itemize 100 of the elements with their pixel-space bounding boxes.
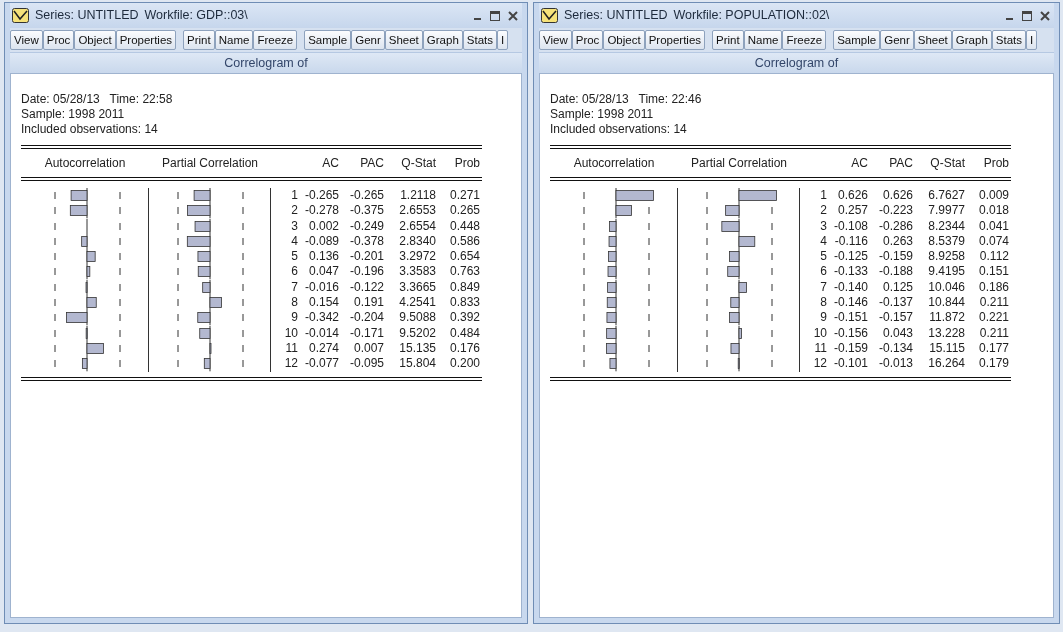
toolbar-button[interactable]: Freeze	[782, 30, 827, 50]
toolbar-button[interactable]: Stats	[991, 30, 1026, 50]
table-cell-text: -0.101	[832, 356, 868, 372]
table-cell-text: 0.125	[881, 279, 913, 296]
toolbar-button[interactable]: Graph	[951, 30, 992, 50]
table-cell-text: -0.278	[303, 203, 339, 219]
table-cell-text: 6.7627	[927, 188, 965, 204]
chart-icon	[541, 8, 558, 23]
toolbar-button[interactable]: I	[497, 30, 509, 50]
column-header: Autocorrelation	[572, 155, 656, 172]
lag-cell-text: 10	[812, 325, 827, 341]
toolbar-button[interactable]: View	[10, 30, 43, 50]
column-header: AC	[321, 155, 339, 172]
table-cell-text: -0.133	[832, 264, 868, 280]
toolbar-button[interactable]: I	[1026, 30, 1038, 50]
toolbar-button[interactable]: Proc	[42, 30, 75, 50]
toolbar-button[interactable]: Graph	[422, 30, 463, 50]
table-cell-text: 15.135	[398, 340, 436, 357]
table-cell-text: 0.271	[448, 188, 480, 204]
table-cell-text: 0.626	[836, 188, 868, 204]
table-cell-text: 0.626	[881, 188, 913, 204]
column-header: AC	[850, 155, 868, 172]
table-cell-text: -0.108	[832, 218, 868, 234]
table-cell-text: 0.112	[978, 249, 1009, 265]
table-cell-text: 0.763	[448, 264, 480, 280]
close-icon[interactable]	[1040, 10, 1050, 21]
table-cell-text: 3.2972	[398, 249, 436, 265]
table-cell-text: -0.223	[877, 203, 913, 219]
table-cell-text: 10.844	[927, 295, 965, 311]
maximize-icon[interactable]	[490, 10, 500, 21]
toolbar-button[interactable]: Genr	[880, 30, 914, 50]
info-line: Sample: 1998 2011	[550, 107, 654, 122]
toolbar-button[interactable]: Print	[183, 30, 215, 50]
table-cell-text: 8.2344	[927, 218, 965, 234]
toolbar-button[interactable]: Name	[743, 30, 783, 50]
table-cell-text: 0.654	[448, 249, 480, 265]
table-cell-text: 9.5088	[398, 310, 436, 326]
table-cell-text: -0.375	[348, 203, 384, 219]
lag-cell-text: 3	[290, 218, 298, 234]
column-header: Q-Stat	[400, 155, 436, 172]
toolbar-button[interactable]: Properties	[644, 30, 706, 50]
table-cell-text: 3.3583	[398, 264, 436, 280]
column-header: Prob	[453, 155, 480, 172]
table-cell-text: 0.586	[448, 233, 480, 250]
workfile-label: Workfile: GDP::03\	[144, 7, 248, 25]
toolbar-button[interactable]: Sheet	[384, 30, 423, 50]
toolbar-button[interactable]: Sample	[833, 30, 881, 50]
table-cell-text: 9.5202	[398, 325, 436, 341]
table-cell-text: -0.188	[877, 264, 913, 280]
column-header: PAC	[359, 155, 384, 172]
lag-cell-text: 5	[819, 249, 827, 265]
lag-cell-text: 2	[290, 203, 298, 219]
table-cell-text: 0.211	[978, 325, 1009, 341]
table-cell-text: -0.159	[832, 340, 868, 357]
table-cell-text: 0.211	[978, 295, 1009, 311]
lag-cell-text: 6	[819, 264, 827, 280]
maximize-icon[interactable]	[1022, 10, 1032, 21]
lag-cell-text: 8	[290, 295, 298, 311]
close-icon[interactable]	[508, 10, 518, 21]
table-cell-text: -0.095	[348, 356, 384, 372]
lag-cell-text: 6	[290, 264, 298, 280]
toolbar-button[interactable]: Sheet	[913, 30, 952, 50]
table-cell-text: -0.286	[877, 218, 913, 234]
table-cell-text: 0.484	[448, 325, 480, 341]
table-cell-text: 0.265	[448, 203, 480, 219]
lag-cell-text: 9	[819, 310, 827, 326]
table-cell-text: 0.007	[352, 340, 384, 357]
toolbar-button[interactable]: Sample	[304, 30, 352, 50]
toolbar-button[interactable]: Freeze	[253, 30, 298, 50]
toolbar-button[interactable]: Proc	[571, 30, 604, 50]
toolbar-button[interactable]: Genr	[351, 30, 385, 50]
toolbar-button[interactable]: Stats	[462, 30, 497, 50]
lag-cell-text: 8	[819, 295, 827, 311]
table-cell-text: 0.186	[977, 279, 1009, 296]
table-cell-text: 0.002	[307, 218, 339, 234]
toolbar-button[interactable]: View	[539, 30, 572, 50]
table-cell-text: 11.872	[928, 310, 965, 326]
table-cell-text: -0.265	[348, 188, 384, 204]
info-line: Date: 05/28/13 Time: 22:58	[21, 92, 173, 107]
toolbar-button[interactable]: Properties	[115, 30, 177, 50]
toolbar-button[interactable]: Name	[214, 30, 254, 50]
table-cell-text: 0.849	[448, 279, 480, 296]
table-cell-text: -0.151	[832, 310, 868, 326]
table-cell-text: -0.077	[303, 356, 339, 372]
info-line: Included observations: 14	[550, 122, 687, 137]
lag-cell-text: 4	[290, 233, 298, 250]
toolbar-button[interactable]: Object	[74, 30, 116, 50]
lag-cell-text: 10	[283, 325, 298, 341]
table-cell-text: 0.200	[448, 356, 480, 372]
table-cell-text: 0.009	[977, 188, 1009, 204]
lag-cell-text: 1	[290, 188, 298, 204]
table-cell-text: -0.146	[832, 295, 868, 311]
toolbar-button[interactable]: Print	[712, 30, 744, 50]
lag-cell-text: 4	[819, 233, 827, 250]
lag-cell-text: 1	[819, 188, 827, 204]
toolbar-button[interactable]: Object	[603, 30, 645, 50]
table-cell-text: -0.125	[832, 249, 868, 265]
table-cell-text: 8.5379	[927, 233, 965, 250]
table-cell-text: -0.201	[348, 249, 384, 265]
column-header: Autocorrelation	[43, 155, 127, 172]
